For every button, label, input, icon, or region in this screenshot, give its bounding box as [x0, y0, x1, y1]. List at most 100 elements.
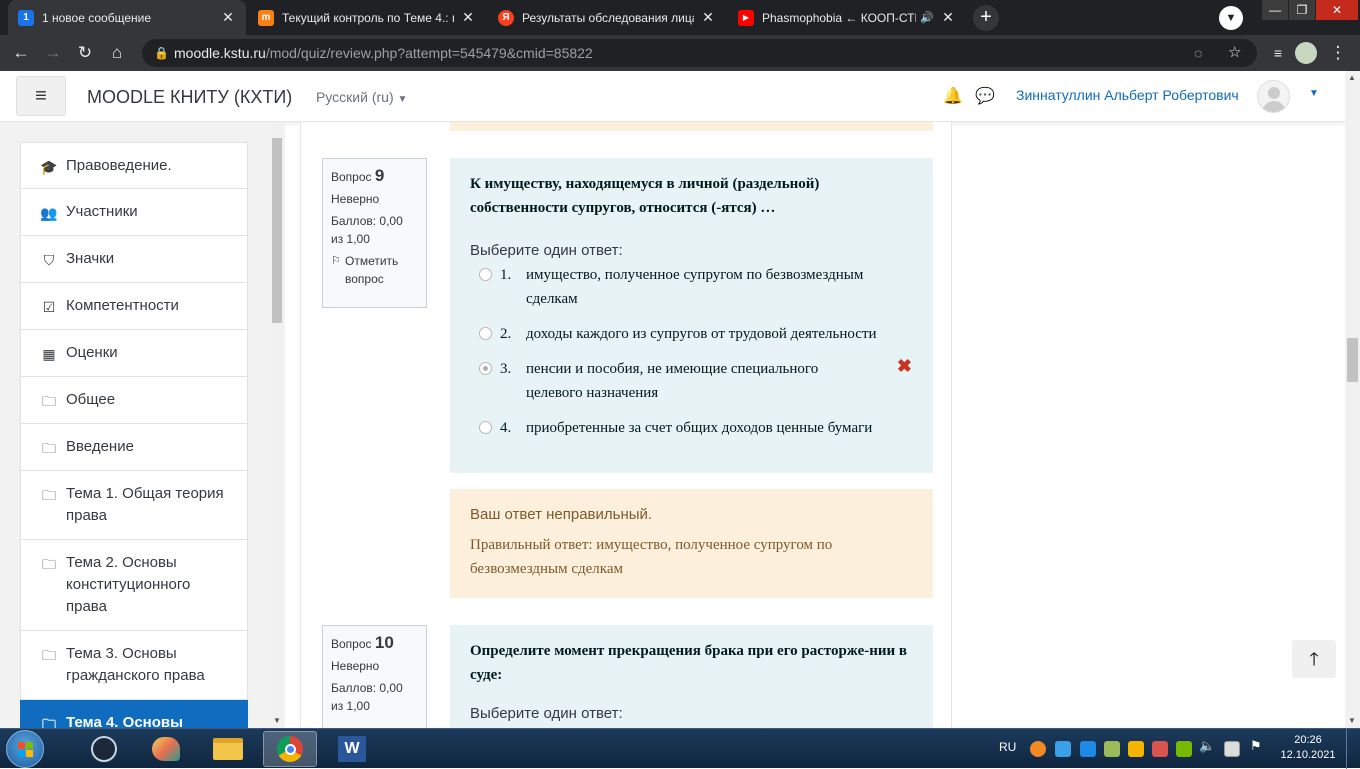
- scroll-up-arrow-icon[interactable]: ▲: [1348, 73, 1356, 82]
- home-icon[interactable]: ⌂: [104, 40, 130, 66]
- nav-item-topic-1[interactable]: 🗀 Тема 1. Общая теория права: [20, 471, 248, 540]
- scroll-down-arrow-icon[interactable]: ▼: [273, 716, 281, 725]
- user-avatar[interactable]: [1257, 80, 1290, 113]
- tray-app-icon[interactable]: [1080, 741, 1096, 757]
- page-scrollbar-thumb[interactable]: [1347, 338, 1358, 382]
- close-window-icon[interactable]: ✕: [1316, 0, 1358, 20]
- reload-icon[interactable]: ↻: [72, 40, 98, 66]
- nav-item-competencies[interactable]: ☑ Компетентности: [20, 283, 248, 330]
- clock[interactable]: 20:26 12.10.2021: [1278, 733, 1338, 763]
- new-tab-button[interactable]: +: [973, 5, 999, 31]
- nav-item-grades[interactable]: ▦ Оценки: [20, 330, 248, 377]
- drawer-scrollbar-thumb[interactable]: [272, 138, 282, 323]
- nav-item-intro[interactable]: 🗀 Введение: [20, 424, 248, 471]
- answer-text: доходы каждого из супругов от трудовой д…: [526, 326, 877, 342]
- browser-menu-icon[interactable]: ⋮: [1325, 40, 1351, 66]
- scroll-down-arrow-icon[interactable]: ▼: [1348, 716, 1356, 725]
- tray-app-icon[interactable]: [1152, 741, 1168, 757]
- forward-arrow-icon[interactable]: →: [40, 40, 66, 66]
- tray-app-icon[interactable]: [1104, 741, 1120, 757]
- bookmark-star-icon[interactable]: ☆: [1228, 39, 1241, 67]
- lock-icon[interactable]: 🔒: [154, 39, 169, 67]
- show-desktop-button[interactable]: [1346, 729, 1360, 769]
- back-arrow-icon[interactable]: ←: [8, 40, 34, 66]
- user-menu[interactable]: Зиннатуллин Альберт Робертович: [1016, 87, 1239, 103]
- start-button[interactable]: [6, 730, 44, 768]
- language-menu[interactable]: Русский (ru) ▼: [316, 89, 407, 105]
- tab-search-icon[interactable]: ▼: [1219, 6, 1243, 30]
- question-grade: Баллов: 0,00 из 1,00: [331, 214, 403, 246]
- shield-icon: ⛉: [43, 252, 55, 268]
- word-taskbar-button[interactable]: W: [325, 731, 379, 767]
- address-bar[interactable]: 🔒 moodle.kstu.ru/mod/quiz/review.php?att…: [142, 39, 1257, 67]
- reading-list-icon[interactable]: ≡: [1265, 40, 1291, 66]
- close-tab-icon[interactable]: ✕: [460, 9, 476, 26]
- nav-item-topic-2[interactable]: 🗀 Тема 2. Основы конституционного права: [20, 540, 248, 631]
- folder-icon: 🗀: [42, 487, 56, 503]
- question-info: Вопрос 10 Неверно Баллов: 0,00 из 1,00: [322, 625, 427, 728]
- close-tab-icon[interactable]: ✕: [220, 9, 236, 26]
- answer-radio-selected[interactable]: [479, 362, 492, 375]
- nvidia-icon[interactable]: [1176, 741, 1192, 757]
- notifications-bell-icon[interactable]: 🔔: [943, 86, 963, 106]
- drawer-scrollbar[interactable]: ▼: [270, 122, 284, 728]
- answer-text: имущество, полученное супругом по безвоз…: [526, 267, 864, 307]
- paint-palette-icon: [152, 737, 180, 761]
- nav-item-badges[interactable]: ⛉ Значки: [20, 236, 248, 283]
- maximize-window-icon[interactable]: ❐: [1289, 0, 1315, 20]
- question-content: Определите момент прекращения брака при …: [450, 625, 933, 728]
- paint-taskbar-button[interactable]: [139, 731, 193, 767]
- nav-item-topic-3[interactable]: 🗀 Тема 3. Основы гражданского права: [20, 631, 248, 700]
- question-content: К имуществу, находящемуся в личной (разд…: [450, 158, 933, 473]
- site-name[interactable]: MOODLE КНИТУ (КХТИ): [87, 87, 292, 108]
- tab-favicon-icon: ▶: [738, 9, 754, 26]
- feedback-text: Ваш ответ неправильный.: [470, 506, 653, 523]
- answer-number: 4.: [500, 420, 512, 436]
- messages-icon[interactable]: 💬: [975, 86, 995, 106]
- nav-item-general[interactable]: 🗀 Общее: [20, 377, 248, 424]
- language-indicator[interactable]: RU: [999, 740, 1016, 754]
- minimize-window-icon[interactable]: —: [1262, 0, 1288, 20]
- browser-tab[interactable]: m Текущий контроль по Теме 4.: п ✕: [248, 0, 486, 35]
- question-feedback: Ваш ответ неправильный. Правильный ответ…: [450, 489, 933, 598]
- browser-tab[interactable]: ▶ Phasmophobia ← КООП-СТР 🔊 ✕: [728, 0, 966, 35]
- page-scrollbar[interactable]: ▲ ▼: [1345, 71, 1360, 728]
- action-center-icon[interactable]: ⚑: [1250, 738, 1262, 754]
- tray-app-icon[interactable]: [1055, 741, 1071, 757]
- volume-icon[interactable]: 🔈: [1199, 738, 1215, 754]
- tab-title: Phasmophobia ← КООП-СТР: [762, 10, 917, 25]
- nav-item-topic-4[interactable]: 🗀 Тема 4. Основы: [20, 700, 248, 728]
- language-label: Русский (ru): [316, 89, 394, 105]
- eye-off-icon[interactable]: ◌: [1194, 39, 1202, 67]
- nav-item-participants[interactable]: 👥 Участники: [20, 189, 248, 236]
- question-text: Определите момент прекращения брака при …: [470, 643, 908, 683]
- nav-item-course[interactable]: 🎓 Правоведение.: [20, 142, 248, 189]
- answer-radio[interactable]: [479, 421, 492, 434]
- profile-avatar-icon[interactable]: [1295, 42, 1317, 64]
- answer-option: 2. доходы каждого из супругов от трудово…: [470, 322, 913, 346]
- steam-taskbar-button[interactable]: [77, 731, 131, 767]
- chrome-taskbar-button[interactable]: [263, 731, 317, 767]
- user-name: Зиннатуллин Альберт Робертович: [1016, 87, 1239, 103]
- network-icon[interactable]: [1224, 741, 1240, 757]
- nav-item-label: Тема 3. Основы гражданского права: [66, 645, 205, 684]
- quiz-review-content: Вопрос 9 Неверно Баллов: 0,00 из 1,00 ⚐ О…: [300, 122, 952, 728]
- back-to-top-button[interactable]: 🡑: [1292, 640, 1336, 678]
- nav-item-label: Введение: [66, 438, 134, 455]
- explorer-taskbar-button[interactable]: [201, 731, 255, 767]
- flag-question-link[interactable]: ⚐ Отметить вопрос: [331, 252, 418, 288]
- tab-favicon-icon: Я: [498, 9, 514, 26]
- browser-tab[interactable]: 1 1 новое сообщение ✕: [8, 0, 246, 35]
- answer-radio[interactable]: [479, 327, 492, 340]
- user-menu-caret-icon[interactable]: ▼: [1309, 88, 1319, 99]
- browser-tab[interactable]: Я Результаты обследования лица ✕: [488, 0, 726, 35]
- answer-number: 3.: [500, 361, 512, 377]
- answer-radio[interactable]: [479, 268, 492, 281]
- close-tab-icon[interactable]: ✕: [940, 9, 956, 26]
- checkbox-icon: ☑: [42, 299, 56, 315]
- tray-app-icon[interactable]: [1128, 741, 1144, 757]
- drawer-toggle-button[interactable]: ≡: [16, 76, 66, 116]
- tray-app-icon[interactable]: [1030, 741, 1046, 757]
- close-tab-icon[interactable]: ✕: [700, 9, 716, 26]
- audio-playing-icon[interactable]: 🔊: [920, 11, 934, 24]
